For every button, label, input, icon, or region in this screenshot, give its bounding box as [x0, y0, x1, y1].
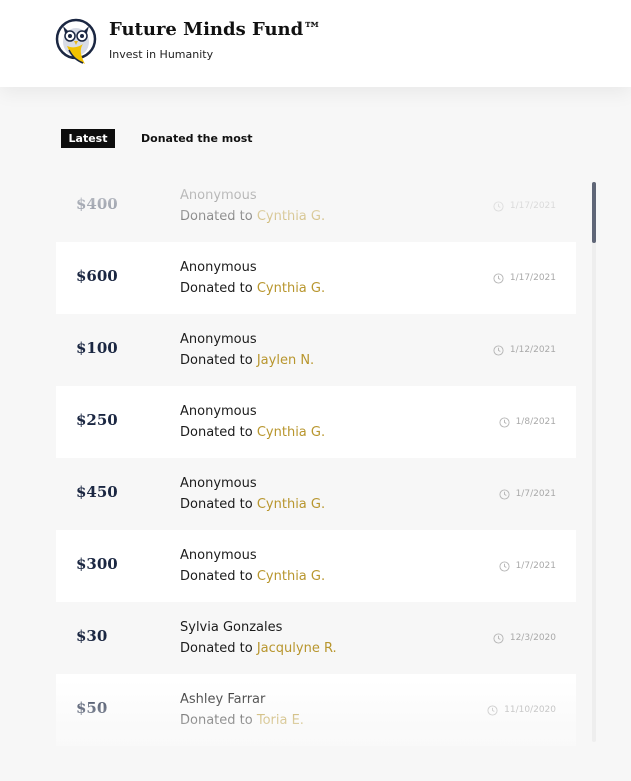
donor-name: Anonymous	[180, 548, 257, 563]
donation-row: $300 Anonymous Donated to Cynthia G. 1/7/20…	[56, 530, 576, 602]
donor-name: Anonymous	[180, 260, 257, 275]
donation-target: Donated to Toria E.	[180, 713, 304, 728]
donation-amount: $450	[76, 483, 118, 501]
donation-amount: $100	[76, 339, 118, 357]
donor-name: Anonymous	[180, 332, 257, 347]
donation-row: $100 Anonymous Donated to Jaylen N. 1/12/20…	[56, 314, 576, 386]
donation-date: 1/7/2021	[499, 559, 556, 573]
date-text: 1/12/2021	[509, 345, 556, 355]
donation-target: Donated to Jaylen N.	[180, 353, 314, 368]
donation-target: Donated to Cynthia G.	[180, 425, 325, 440]
date-text: 12/3/2020	[509, 633, 556, 643]
clock-icon	[499, 488, 510, 500]
donation-date: 12/3/2020	[493, 631, 556, 645]
date-text: 11/10/2020	[504, 705, 556, 715]
donation-row: $450 Anonymous Donated to Cynthia G. 1/7/20…	[56, 458, 576, 530]
donation-amount: $300	[76, 555, 118, 573]
clock-icon	[493, 200, 504, 212]
donation-date: 1/8/2021	[499, 415, 556, 429]
tab-latest[interactable]: Latest	[61, 129, 115, 148]
donation-date: 11/10/2020	[487, 703, 556, 717]
date-text: 1/17/2021	[509, 273, 556, 283]
recipient-link[interactable]: Jaylen N.	[257, 353, 314, 368]
donated-to-label: Donated to	[180, 641, 253, 656]
donation-row: $250 Anonymous Donated to Cynthia G. 1/8/20…	[56, 386, 576, 458]
clock-icon	[499, 416, 510, 428]
donation-date: 1/7/2021	[499, 487, 556, 501]
donation-amount: $600	[76, 267, 118, 285]
donated-to-label: Donated to	[180, 209, 253, 224]
date-text: 1/7/2021	[515, 561, 556, 571]
brand-title: Future Minds Fund™	[109, 19, 322, 40]
recipient-link[interactable]: Jacqulyne R.	[257, 641, 337, 656]
donation-target: Donated to Jacqulyne R.	[180, 641, 337, 656]
date-text: 1/8/2021	[515, 417, 556, 427]
donated-to-label: Donated to	[180, 569, 253, 584]
recipient-link[interactable]: Cynthia G.	[257, 281, 325, 296]
donor-name: Sylvia Gonzales	[180, 620, 283, 635]
recipient-link[interactable]: Cynthia G.	[257, 209, 325, 224]
clock-icon	[493, 272, 504, 284]
owl-logo-icon[interactable]	[55, 16, 97, 66]
donor-name: Anonymous	[180, 476, 257, 491]
donation-list: $400 Anonymous Donated to Cynthia G. 1/17/2…	[56, 170, 576, 781]
clock-icon	[493, 632, 504, 644]
donated-to-label: Donated to	[180, 353, 253, 368]
donation-target: Donated to Cynthia G.	[180, 497, 325, 512]
date-text: 1/17/2021	[509, 201, 556, 211]
date-text: 1/7/2021	[515, 489, 556, 499]
donation-amount: $30	[76, 627, 108, 645]
donation-row: $600 Anonymous Donated to Cynthia G. 1/17/2…	[56, 242, 576, 314]
donor-name: Ashley Farrar	[180, 692, 266, 707]
donation-date: 1/17/2021	[493, 271, 556, 285]
donor-name: Anonymous	[180, 404, 257, 419]
recipient-link[interactable]: Toria E.	[257, 713, 304, 728]
donation-row: $400 Anonymous Donated to Cynthia G. 1/17/2…	[56, 170, 576, 242]
donation-target: Donated to Cynthia G.	[180, 281, 325, 296]
donated-to-label: Donated to	[180, 425, 253, 440]
site-header: Future Minds Fund™ Invest in Humanity	[0, 0, 631, 87]
donation-row: $50 Ashley Farrar Donated to Toria E. 11/10…	[56, 674, 576, 746]
scrollbar-thumb[interactable]	[592, 182, 596, 243]
donor-name: Anonymous	[180, 188, 257, 203]
donation-date: 1/12/2021	[493, 343, 556, 357]
tab-donated-the-most[interactable]: Donated the most	[141, 129, 253, 148]
donated-to-label: Donated to	[180, 281, 253, 296]
recipient-link[interactable]: Cynthia G.	[257, 497, 325, 512]
clock-icon	[493, 344, 504, 356]
donation-amount: $400	[76, 195, 118, 213]
donation-date: 1/17/2021	[493, 199, 556, 213]
brand-tagline: Invest in Humanity	[109, 48, 214, 61]
donation-row: $30 Sylvia Gonzales Donated to Jacqulyne R…	[56, 602, 576, 674]
clock-icon	[487, 704, 498, 716]
recipient-link[interactable]: Cynthia G.	[257, 425, 325, 440]
donation-amount: $250	[76, 411, 118, 429]
clock-icon	[499, 560, 510, 572]
recipient-link[interactable]: Cynthia G.	[257, 569, 325, 584]
donation-target: Donated to Cynthia G.	[180, 209, 325, 224]
scrollbar-track[interactable]	[592, 182, 596, 742]
donation-target: Donated to Cynthia G.	[180, 569, 325, 584]
donated-to-label: Donated to	[180, 713, 253, 728]
donation-amount: $50	[76, 699, 108, 717]
donated-to-label: Donated to	[180, 497, 253, 512]
